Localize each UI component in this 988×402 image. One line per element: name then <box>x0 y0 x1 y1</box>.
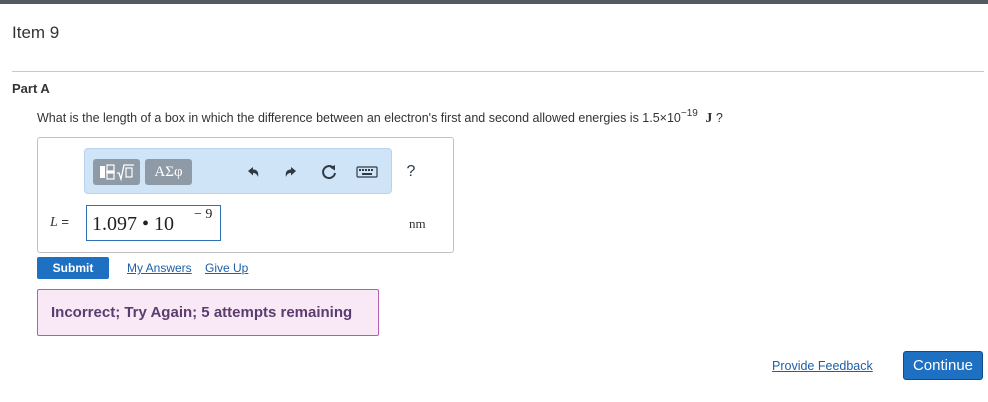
answer-box: ΑΣφ ? L = 1.097 • 10 − 9 nm <box>37 137 454 253</box>
question-text: What is the length of a box in which the… <box>37 108 723 127</box>
part-title: Part A <box>12 81 50 96</box>
my-answers-link[interactable]: My Answers <box>127 261 192 275</box>
feedback-message: Incorrect; Try Again; 5 attempts remaini… <box>37 289 379 336</box>
redo-icon <box>285 167 296 177</box>
divider <box>12 71 984 72</box>
question-unit: J <box>705 111 713 127</box>
variable-name: L <box>50 215 58 230</box>
question-end: ? <box>715 111 723 126</box>
help-button[interactable]: ? <box>399 160 423 184</box>
top-bar <box>0 0 988 4</box>
equals-sign: = <box>61 214 70 229</box>
redo-button[interactable] <box>279 160 303 184</box>
undo-icon <box>248 167 259 177</box>
reset-button[interactable] <box>317 160 341 184</box>
reset-icon <box>322 165 336 180</box>
provide-feedback-link[interactable]: Provide Feedback <box>772 359 873 373</box>
math-toolbar: ΑΣφ ? <box>84 148 415 194</box>
question-exponent: −19 <box>680 108 698 119</box>
keyboard-icon <box>356 166 378 178</box>
answer-exponent: − 9 <box>194 207 213 222</box>
answer-unit: nm <box>409 216 426 231</box>
question-text-main: What is the length of a box in which the… <box>37 111 681 126</box>
give-up-link[interactable]: Give Up <box>205 261 248 275</box>
keyboard-button[interactable] <box>355 160 379 184</box>
submit-button[interactable]: Submit <box>37 257 109 279</box>
answer-input[interactable]: 1.097 • 10 − 9 <box>86 205 221 241</box>
answer-value: 1.097 • 10 <box>92 213 175 235</box>
undo-button[interactable] <box>241 160 265 184</box>
continue-button[interactable]: Continue <box>903 351 983 380</box>
templates-icon <box>99 164 134 182</box>
variable-label: L = <box>50 214 69 231</box>
item-title: Item 9 <box>12 23 60 42</box>
templates-button[interactable] <box>93 159 140 185</box>
greek-symbols-button[interactable]: ΑΣφ <box>145 159 192 185</box>
